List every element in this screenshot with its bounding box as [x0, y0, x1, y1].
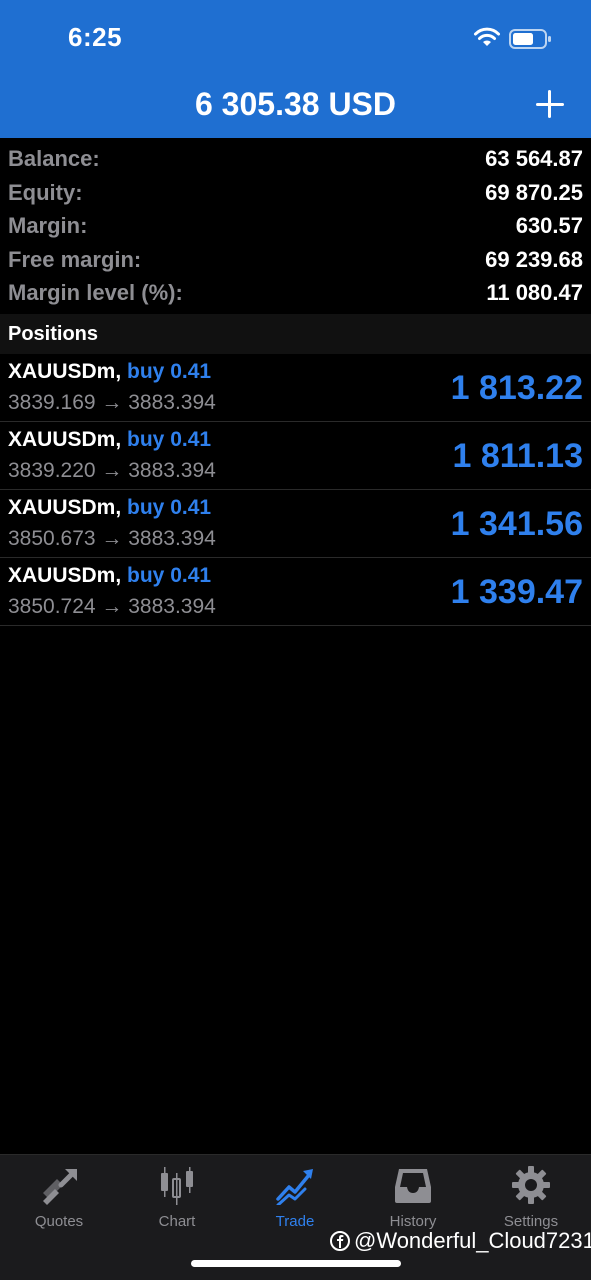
position-type: buy 0.41	[127, 564, 212, 587]
status-time: 6:25	[68, 22, 123, 52]
position-symbol: XAUUSDm,	[8, 360, 122, 383]
battery-icon	[509, 29, 551, 49]
summary-value: 69 870.25	[485, 179, 583, 205]
position-row[interactable]: XAUUSDm, buy 0.41 3850.724 → 3883.394 1 …	[0, 558, 591, 626]
position-profit: 1 813.22	[450, 369, 583, 407]
tab-history[interactable]: History	[354, 1165, 472, 1237]
candlestick-chart-icon	[161, 1167, 193, 1205]
summary-row-balance: Balance: 63 564.87	[0, 140, 591, 174]
position-type: buy 0.41	[127, 428, 212, 451]
watermark: @Wonderful_Cloud7231	[330, 1228, 591, 1254]
summary-value: 69 239.68	[485, 246, 583, 272]
position-symbol: XAUUSDm,	[8, 428, 122, 451]
position-title: XAUUSDm, buy 0.41	[8, 564, 211, 588]
summary-row-margin-level: Margin level (%): 11 080.47	[0, 274, 591, 308]
inbox-history-icon	[395, 1169, 431, 1203]
quotes-icon	[43, 1169, 77, 1205]
summary-row-equity: Equity: 69 870.25	[0, 174, 591, 208]
tab-label: Quotes	[34, 1213, 84, 1230]
position-prices: 3850.673 → 3883.394	[8, 527, 216, 550]
facebook-icon	[330, 1231, 350, 1251]
position-row[interactable]: XAUUSDm, buy 0.41 3839.220 → 3883.394 1 …	[0, 422, 591, 490]
app-header: 6:25 6 305.38 USD	[0, 0, 591, 138]
summary-label: Balance:	[8, 146, 100, 171]
positions-list: XAUUSDm, buy 0.41 3839.169 → 3883.394 1 …	[0, 354, 591, 626]
account-summary: Balance: 63 564.87 Equity: 69 870.25 Mar…	[0, 140, 591, 308]
summary-value: 63 564.87	[485, 146, 583, 171]
tab-quotes[interactable]: Quotes	[0, 1165, 118, 1237]
watermark-text: @Wonderful_Cloud7231	[354, 1228, 591, 1253]
positions-section-header: Positions	[0, 314, 591, 354]
position-row[interactable]: XAUUSDm, buy 0.41 3850.673 → 3883.394 1 …	[0, 490, 591, 558]
summary-label: Margin:	[8, 213, 88, 239]
tab-settings[interactable]: Settings	[472, 1165, 590, 1237]
wifi-icon	[474, 27, 500, 46]
home-indicator[interactable]	[191, 1260, 401, 1267]
gear-icon	[512, 1166, 550, 1204]
position-row[interactable]: XAUUSDm, buy 0.41 3839.169 → 3883.394 1 …	[0, 354, 591, 422]
position-profit: 1 341.56	[450, 505, 583, 543]
trade-icon	[276, 1169, 313, 1205]
position-symbol: XAUUSDm,	[8, 564, 122, 587]
tab-chart[interactable]: Chart	[118, 1165, 236, 1237]
position-prices: 3850.724 → 3883.394	[8, 595, 216, 618]
account-equity-title: 6 305.38 USD	[194, 86, 396, 122]
position-symbol: XAUUSDm,	[8, 496, 122, 519]
position-title: XAUUSDm, buy 0.41	[8, 360, 211, 384]
position-prices: 3839.169 → 3883.394	[8, 391, 216, 414]
add-order-button[interactable]	[530, 84, 570, 124]
position-title: XAUUSDm, buy 0.41	[8, 428, 211, 452]
positions-title: Positions	[8, 323, 99, 345]
position-title: XAUUSDm, buy 0.41	[8, 496, 211, 520]
position-profit: 1 339.47	[450, 573, 583, 611]
position-prices: 3839.220 → 3883.394	[8, 459, 216, 482]
summary-label: Margin level (%):	[8, 280, 183, 306]
summary-row-margin: Margin: 630.57	[0, 207, 591, 241]
summary-label: Free margin:	[8, 246, 142, 272]
tab-label: Chart	[158, 1213, 196, 1230]
summary-value: 630.57	[515, 213, 583, 239]
trade-screen: 6:25 6 305.38 USD Balance: 63 564.87 Equ…	[0, 0, 591, 1280]
position-type: buy 0.41	[127, 496, 212, 519]
position-type: buy 0.41	[127, 360, 212, 383]
summary-row-free-margin: Free margin: 69 239.68	[0, 241, 591, 275]
tab-trade[interactable]: Trade	[236, 1165, 354, 1237]
summary-label: Equity:	[8, 179, 83, 205]
summary-value: 11 080.47	[486, 280, 583, 306]
position-profit: 1 811.13	[452, 437, 583, 475]
